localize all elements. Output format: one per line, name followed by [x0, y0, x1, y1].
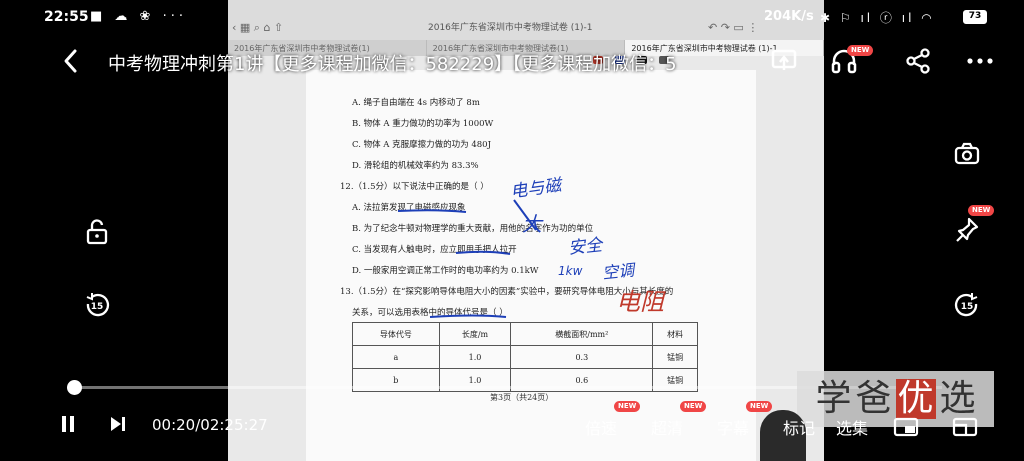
unlock-icon	[86, 219, 108, 245]
pin-icon	[956, 217, 979, 242]
fullscreen-exit-button[interactable]	[952, 417, 978, 441]
share-icon	[906, 48, 930, 74]
watermark-char: 优	[895, 378, 936, 419]
signal-icons: ✱ ⚐ ıl ⓡ ıl ◠	[820, 11, 935, 25]
pip-icon	[893, 417, 919, 437]
next-button[interactable]	[108, 414, 128, 438]
conductor-table: 导体代号 长度/m 横截面积/mm² 材料 a 1.0 0.3 锰铜 b 1.0…	[352, 322, 698, 392]
pause-button[interactable]	[58, 414, 78, 438]
seek-handle[interactable]	[67, 380, 82, 395]
rewind-15-icon: 15	[86, 293, 110, 317]
rewind-15-button[interactable]: 15	[82, 290, 112, 320]
new-badge: NEW	[614, 401, 641, 412]
chevron-left-icon	[64, 49, 77, 73]
quality-button[interactable]: 超清	[651, 415, 683, 439]
camera-icon	[954, 142, 980, 165]
forward-15-button[interactable]: 15	[952, 290, 982, 320]
episodes-button[interactable]: 选集	[836, 415, 868, 439]
status-bar: 22:55 ■ ☁ ❀ ··· 204K/s ✱ ⚐ ıl ⓡ ıl ◠ 73	[0, 0, 1024, 34]
ink-underlines	[397, 199, 537, 318]
window-icon	[952, 417, 978, 437]
pause-icon	[62, 416, 74, 432]
table-cell: 0.3	[510, 345, 654, 369]
more-button[interactable]	[965, 46, 995, 76]
svg-text:15: 15	[91, 302, 104, 312]
new-badge: NEW	[968, 205, 995, 216]
screen-lock-button[interactable]	[82, 217, 112, 247]
notification-icons: ■ ☁ ❀ ···	[90, 9, 187, 24]
page-footer: 第3页（共24页）	[490, 393, 554, 402]
status-time: 22:55	[44, 9, 89, 25]
watermark-char: 爸	[855, 378, 892, 419]
new-badge: NEW	[680, 401, 707, 412]
pin-button[interactable]	[952, 215, 982, 245]
new-badge: NEW	[746, 401, 773, 412]
watermark-char: 学	[815, 378, 852, 419]
speed-button[interactable]: 倍速	[585, 415, 617, 439]
more-icon	[967, 58, 993, 64]
cast-icon	[771, 49, 797, 70]
subtitles-button[interactable]: 字幕	[717, 415, 749, 439]
table-cell: 1.0	[438, 345, 512, 369]
battery-icon: 73	[963, 10, 987, 24]
back-button[interactable]	[60, 47, 82, 81]
share-button[interactable]	[903, 46, 933, 76]
forward-15-icon: 15	[954, 293, 978, 317]
table-cell: a	[352, 345, 440, 369]
svg-text:15: 15	[961, 302, 974, 312]
watermark-char: 选	[939, 378, 976, 419]
network-speed: 204K/s	[764, 9, 814, 24]
bookmark-button[interactable]: 标记	[783, 415, 815, 439]
screenshot-button[interactable]	[952, 139, 982, 169]
pip-button[interactable]	[893, 417, 919, 441]
time-display: 00:20/02:25:27	[152, 416, 268, 434]
table-cell: 锰铜	[652, 345, 698, 369]
skip-next-icon	[111, 417, 125, 431]
video-title: 中考物理冲刺第1讲【更多课程加微信：582229】【更多课程加微信：5	[108, 54, 677, 75]
new-badge: NEW	[847, 45, 874, 56]
video-player: { "status_bar": { "time": "22:55", "left…	[0, 0, 1024, 461]
cast-button[interactable]	[769, 46, 799, 76]
table-row: a 1.0 0.3 锰铜	[352, 345, 698, 369]
